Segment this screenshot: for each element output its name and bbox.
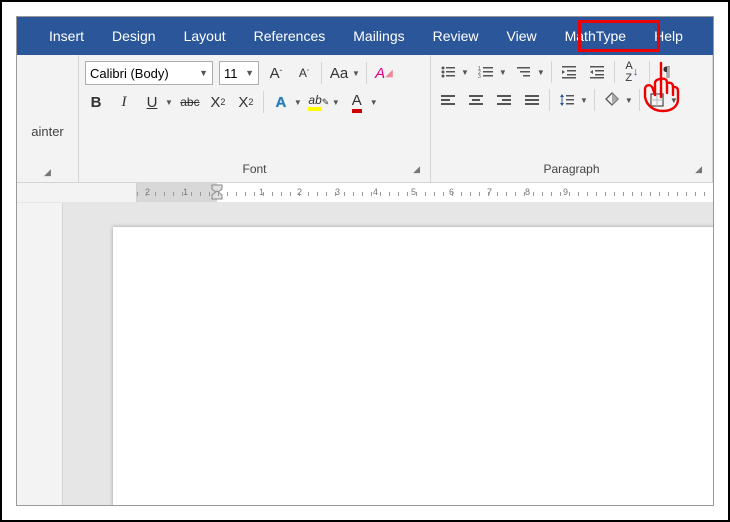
svg-text:3: 3 xyxy=(478,74,481,80)
separator xyxy=(649,61,650,83)
chevron-down-icon[interactable]: ▼ xyxy=(461,68,469,77)
tab-design[interactable]: Design xyxy=(98,17,170,55)
ruler-number: 1 xyxy=(183,187,188,197)
clear-formatting-button[interactable]: A◢ xyxy=(373,62,395,84)
tab-layout[interactable]: Layout xyxy=(170,17,240,55)
numbering-button[interactable]: 123 xyxy=(475,61,497,83)
separator xyxy=(549,89,550,111)
separator xyxy=(594,89,595,111)
ruler-number: 8 xyxy=(525,187,530,197)
tab-mathtype[interactable]: MathType xyxy=(551,17,640,55)
separator xyxy=(639,89,640,111)
shading-button[interactable] xyxy=(601,89,623,111)
tab-references[interactable]: References xyxy=(240,17,340,55)
chevron-down-icon: ▼ xyxy=(245,68,254,78)
italic-button[interactable]: I xyxy=(113,91,135,113)
superscript-button[interactable]: X2 xyxy=(235,91,257,113)
separator xyxy=(366,62,367,84)
chevron-down-icon[interactable]: ▼ xyxy=(165,98,173,107)
decrease-font-size-button[interactable]: Aˇ xyxy=(293,62,315,84)
justify-button[interactable] xyxy=(521,89,543,111)
horizontal-ruler[interactable]: 2 1 1 2 3 4 5 6 7 8 9 xyxy=(137,183,713,202)
line-spacing-button[interactable] xyxy=(556,89,578,111)
chevron-down-icon[interactable]: ▼ xyxy=(332,98,340,107)
chevron-down-icon[interactable]: ▼ xyxy=(670,96,678,105)
left-gutter xyxy=(17,203,63,505)
increase-indent-button[interactable] xyxy=(586,61,608,83)
text-effects-button[interactable]: A xyxy=(270,91,292,113)
chevron-down-icon[interactable]: ▼ xyxy=(352,69,360,78)
separator xyxy=(551,61,552,83)
align-right-button[interactable] xyxy=(493,89,515,111)
font-size-combo[interactable]: 11 ▼ xyxy=(219,61,259,85)
ribbon: ainter ◢ Calibri (Body) ▼ 11 ▼ xyxy=(17,55,713,183)
font-section: Calibri (Body) ▼ 11 ▼ Aˆ Aˇ Aa ▼ xyxy=(79,55,431,182)
align-center-button[interactable] xyxy=(465,89,487,111)
align-left-button[interactable] xyxy=(437,89,459,111)
font-color-button[interactable]: A xyxy=(346,91,368,113)
chevron-down-icon: ▼ xyxy=(199,68,208,78)
chevron-down-icon[interactable]: ▼ xyxy=(625,96,633,105)
bold-button[interactable]: B xyxy=(85,91,107,113)
ruler-number: 9 xyxy=(563,187,568,197)
font-section-label: Font xyxy=(242,162,266,176)
change-case-button[interactable]: Aa xyxy=(328,62,350,84)
clipboard-section: ainter ◢ xyxy=(17,55,79,182)
paragraph-dialog-launcher-icon[interactable]: ◢ xyxy=(695,164,702,175)
ruler-gutter xyxy=(17,183,137,202)
font-dialog-launcher-icon[interactable]: ◢ xyxy=(413,164,420,175)
chevron-down-icon[interactable]: ▼ xyxy=(499,68,507,77)
clipboard-dialog-launcher-icon[interactable]: ◢ xyxy=(44,167,51,178)
tab-mailings[interactable]: Mailings xyxy=(339,17,418,55)
tab-review[interactable]: Review xyxy=(419,17,493,55)
ruler-number: 4 xyxy=(373,187,378,197)
bullets-button[interactable] xyxy=(437,61,459,83)
tab-insert[interactable]: Insert xyxy=(35,17,98,55)
highlight-color-button[interactable]: ab✎ xyxy=(308,91,330,113)
increase-font-size-button[interactable]: Aˆ xyxy=(265,62,287,84)
borders-button[interactable] xyxy=(646,89,668,111)
separator xyxy=(321,62,322,84)
paragraph-section-label: Paragraph xyxy=(543,162,599,176)
decrease-indent-button[interactable] xyxy=(558,61,580,83)
separator xyxy=(614,61,615,83)
eraser-icon: ◢ xyxy=(385,68,393,79)
subscript-button[interactable]: X2 xyxy=(207,91,229,113)
menu-bar: Insert Design Layout References Mailings… xyxy=(17,17,713,55)
chevron-down-icon[interactable]: ▼ xyxy=(580,96,588,105)
show-hide-pilcrow-button[interactable]: ¶ xyxy=(656,61,678,83)
paragraph-section: ▼ 123 ▼ ▼ xyxy=(431,55,713,182)
sort-button[interactable]: AZ↓ xyxy=(621,61,643,83)
font-family-value: Calibri (Body) xyxy=(90,66,169,81)
chevron-down-icon[interactable]: ▼ xyxy=(370,98,378,107)
format-painter-label: ainter xyxy=(31,124,64,139)
pen-icon: ✎ xyxy=(322,97,330,108)
tab-help[interactable]: Help xyxy=(640,17,697,55)
separator xyxy=(263,91,264,113)
chevron-down-icon[interactable]: ▼ xyxy=(294,98,302,107)
strikethrough-button[interactable]: abc xyxy=(179,91,201,113)
document-page[interactable] xyxy=(113,227,714,506)
tab-view[interactable]: View xyxy=(493,17,551,55)
font-size-value: 11 xyxy=(224,66,238,81)
font-family-combo[interactable]: Calibri (Body) ▼ xyxy=(85,61,213,85)
underline-button[interactable]: U xyxy=(141,91,163,113)
multilevel-list-button[interactable] xyxy=(513,61,535,83)
chevron-down-icon[interactable]: ▼ xyxy=(537,68,545,77)
ruler-area: 2 1 1 2 3 4 5 6 7 8 9 xyxy=(17,183,713,203)
